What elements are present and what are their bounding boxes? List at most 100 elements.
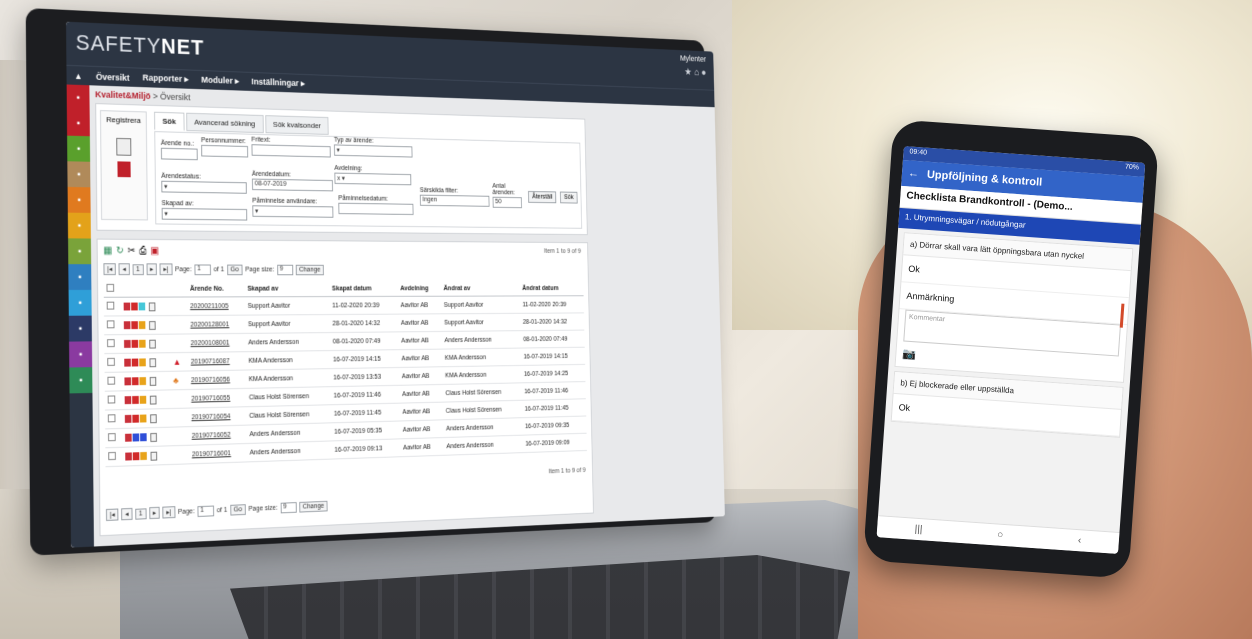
recent-apps-icon[interactable]: ||| xyxy=(914,524,923,536)
change-button-bottom[interactable]: Change xyxy=(298,500,328,513)
page-1-button-bottom[interactable]: 1 xyxy=(135,507,147,520)
fritext-input[interactable] xyxy=(251,144,331,158)
home-icon[interactable]: ⌂ xyxy=(694,67,699,78)
avdelning-select[interactable]: x ▾ xyxy=(334,172,412,186)
next-page-button-bottom[interactable]: ▸ xyxy=(149,506,160,520)
document-icon[interactable] xyxy=(149,357,157,367)
module-icon-9[interactable]: ▪ xyxy=(68,289,92,316)
row-checkbox[interactable] xyxy=(107,395,116,404)
page-size-input-bottom[interactable]: 9 xyxy=(280,501,297,513)
row-checkbox[interactable] xyxy=(107,376,116,385)
pdf-export-icon[interactable]: ▣ xyxy=(150,246,159,257)
row-select[interactable] xyxy=(103,315,122,335)
select-all-checkbox[interactable] xyxy=(106,283,115,292)
arende-no-link[interactable]: 20190716087 xyxy=(187,351,246,371)
reset-button[interactable]: Återställ xyxy=(528,191,557,204)
header-skapat-datum[interactable]: Skapat datum xyxy=(329,280,398,297)
star-icon[interactable]: ★ xyxy=(684,67,692,78)
module-icon-6[interactable]: ▪ xyxy=(67,212,91,239)
module-icon-5[interactable]: ▪ xyxy=(67,186,91,213)
row-checkbox[interactable] xyxy=(106,320,115,329)
back-button-icon[interactable]: ‹ xyxy=(1078,535,1082,546)
arende-no-link[interactable]: 20200211005 xyxy=(187,296,246,316)
header-andrat-av[interactable]: Ändrat av xyxy=(440,280,520,297)
row-select[interactable] xyxy=(105,428,123,448)
change-button[interactable]: Change xyxy=(295,264,325,275)
home-icon[interactable]: ▲ xyxy=(74,71,83,81)
module-icon-8[interactable]: ▪ xyxy=(68,264,92,290)
document-icon[interactable] xyxy=(150,413,157,423)
row-select[interactable] xyxy=(105,447,123,467)
module-icon-12[interactable]: ▪ xyxy=(69,367,93,394)
arendedatum-input[interactable]: 08-07-2019 xyxy=(251,178,333,192)
row-select[interactable] xyxy=(104,390,123,411)
module-icon-10[interactable]: ▪ xyxy=(68,315,92,342)
menu-item-installningar[interactable]: Inställningar ▸ xyxy=(251,77,304,89)
page-1-button[interactable]: 1 xyxy=(132,263,144,275)
excel-icon[interactable]: ▦ xyxy=(103,246,112,257)
last-page-button[interactable]: ▸| xyxy=(159,263,173,276)
tab-sok[interactable]: Sök xyxy=(154,111,185,131)
row-checkbox[interactable] xyxy=(106,301,115,310)
next-page-button[interactable]: ▸ xyxy=(146,263,158,276)
arende-no-link[interactable]: 20190716054 xyxy=(188,406,247,427)
arende-no-link[interactable]: 20190716052 xyxy=(188,425,247,446)
first-page-button[interactable]: |◂ xyxy=(103,263,117,276)
antal-arenden-select[interactable]: 50 xyxy=(492,196,522,209)
org-chart-icon[interactable]: ♣ xyxy=(173,376,179,386)
refresh-icon[interactable]: ↻ xyxy=(116,246,124,257)
row-select[interactable] xyxy=(104,334,122,354)
tools-icon[interactable]: ✂ xyxy=(128,246,136,257)
row-checkbox[interactable] xyxy=(108,451,116,461)
personnummer-input[interactable] xyxy=(201,144,249,158)
tab-avancerad-sokning[interactable]: Avancerad sökning xyxy=(185,112,264,134)
module-icon-2[interactable]: ▪ xyxy=(66,110,90,137)
new-document-icon[interactable] xyxy=(116,137,132,156)
register-box[interactable]: Registrera xyxy=(99,110,148,221)
module-icon-11[interactable]: ▪ xyxy=(69,341,93,368)
arendestatus-select[interactable]: ▾ xyxy=(161,180,247,194)
typ-av-arende-select[interactable]: ▾ xyxy=(333,144,413,158)
page-input[interactable]: 1 xyxy=(194,264,211,275)
header-select[interactable] xyxy=(103,280,121,298)
paminnelse-anvandare-select[interactable]: ▾ xyxy=(252,205,334,218)
arende-no-link[interactable]: 20190716001 xyxy=(189,443,248,464)
header-arende-no[interactable]: Ärende No. xyxy=(187,280,245,298)
skapad-av-select[interactable]: ▾ xyxy=(161,207,248,221)
arende-no-link[interactable]: 20200108001 xyxy=(187,333,246,353)
arende-no-link[interactable]: 20190716056 xyxy=(188,370,247,390)
row-checkbox[interactable] xyxy=(107,357,115,366)
row-checkbox[interactable] xyxy=(107,414,116,423)
document-icon[interactable] xyxy=(149,320,156,330)
module-icon-1[interactable]: ▪ xyxy=(66,84,90,111)
flag-icon[interactable]: ▲ xyxy=(173,357,181,367)
page-size-input[interactable]: 9 xyxy=(276,264,293,275)
header-skapad-av[interactable]: Skapad av xyxy=(244,280,330,297)
page-input-bottom[interactable]: 1 xyxy=(197,505,215,517)
home-button-icon[interactable]: ○ xyxy=(997,530,1004,541)
paminnelsedatum-input[interactable] xyxy=(338,202,414,215)
row-select[interactable] xyxy=(104,372,122,392)
header-andrat-datum[interactable]: Ändrat datum xyxy=(519,280,584,296)
go-button[interactable]: Go xyxy=(226,264,243,275)
row-checkbox[interactable] xyxy=(108,433,116,442)
menu-item-rapporter[interactable]: Rapporter ▸ xyxy=(142,73,188,85)
arende-no-link[interactable]: 20200128001 xyxy=(187,315,246,334)
app-logo[interactable]: SAFETYNET xyxy=(76,30,205,61)
document-icon[interactable] xyxy=(149,376,157,386)
arende-no-input[interactable] xyxy=(160,147,198,161)
row-select[interactable] xyxy=(103,297,122,317)
prev-page-button-bottom[interactable]: ◂ xyxy=(121,507,133,521)
module-icon-3[interactable]: ▪ xyxy=(67,135,91,162)
menu-item-moduler[interactable]: Moduler ▸ xyxy=(201,75,239,87)
tab-sok-kvalsonder[interactable]: Sök kvalsonder xyxy=(264,115,329,135)
pdf-icon[interactable] xyxy=(117,161,131,178)
user-name[interactable]: Mylenter xyxy=(680,54,706,64)
last-page-button-bottom[interactable]: ▸| xyxy=(162,506,176,519)
row-select[interactable] xyxy=(104,409,123,429)
header-avdelning[interactable]: Avdelning xyxy=(397,280,442,297)
document-icon[interactable] xyxy=(150,451,158,461)
first-page-button-bottom[interactable]: |◂ xyxy=(105,508,119,521)
document-icon[interactable] xyxy=(149,301,156,311)
document-icon[interactable] xyxy=(150,432,158,442)
